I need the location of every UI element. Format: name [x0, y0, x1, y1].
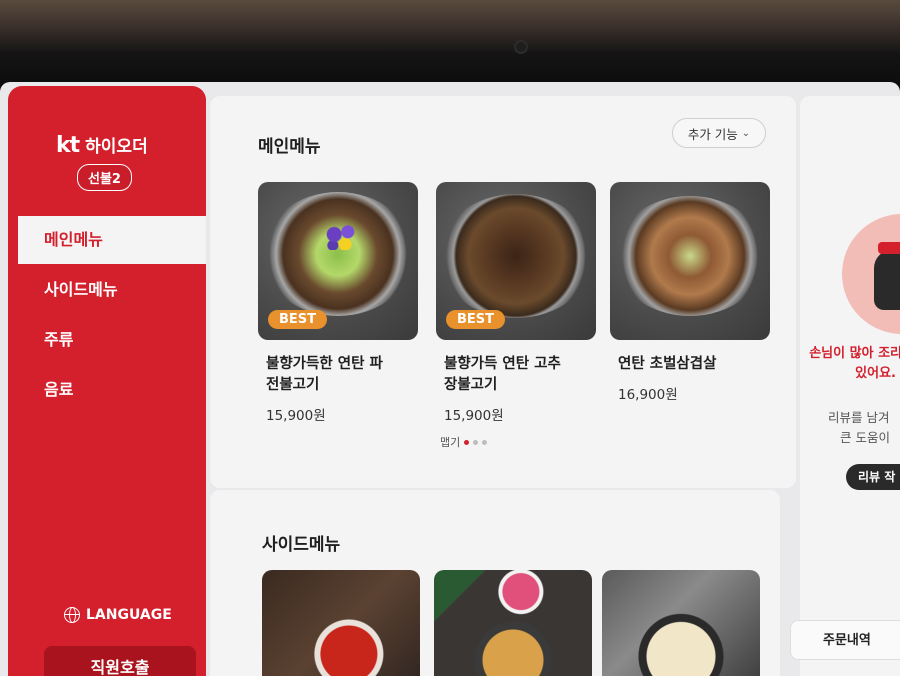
spicy-level: 맵기 — [436, 434, 596, 450]
review-notice-line: 리뷰를 남겨 — [828, 410, 890, 425]
review-notice-line: 큰 도움이 — [840, 430, 890, 445]
plate-shape — [438, 194, 594, 318]
menu-item-card[interactable]: BEST 불향가득한 연탄 파 전불고기 15,900원 — [258, 182, 418, 424]
spicy-dot-empty — [473, 439, 479, 445]
kiosk-screen: kt 하이오더 선불2 메인메뉴 사이드메뉴 주류 음료 LANGUAGE 직원… — [0, 82, 900, 676]
order-history-button[interactable]: 주문내역 — [790, 620, 900, 660]
language-button[interactable]: LANGUAGE — [64, 607, 172, 623]
review-notice: 리뷰를 남겨 큰 도움이 — [828, 408, 900, 448]
right-panel: 손님이 많아 조리 있어요. 리뷰를 남겨 큰 도움이 리뷰 작 주문내역 — [790, 96, 900, 676]
app-name: 하이오더 — [85, 137, 148, 157]
sidebar: kt 하이오더 선불2 메인메뉴 사이드메뉴 주류 음료 LANGUAGE 직원… — [8, 86, 206, 676]
side-item-card[interactable] — [434, 570, 592, 676]
dish-name: 연탄 초벌삼겹살 — [610, 354, 770, 375]
write-review-button[interactable]: 리뷰 작 — [846, 464, 900, 490]
side-item-card[interactable] — [262, 570, 420, 676]
dish-name-line: 전불고기 — [266, 377, 320, 393]
spicy-dot-empty — [482, 439, 488, 445]
dish-name-line: 연탄 초벌삼겹살 — [618, 356, 717, 372]
mascot-icon — [874, 242, 900, 310]
side-item-card[interactable] — [602, 570, 760, 676]
dish-image — [610, 182, 770, 340]
dish-price: 15,900원 — [266, 408, 326, 424]
dish-name-line: 불향가득 연탄 고추 — [444, 356, 561, 372]
dish-name-line: 장불고기 — [444, 377, 498, 393]
dish-name: 불향가득 연탄 고추 장불고기 — [436, 354, 596, 396]
dish-price: 16,900원 — [618, 387, 678, 403]
busy-notice-line: 있어요. — [855, 366, 896, 381]
sidebar-item-main-menu[interactable]: 메인메뉴 — [18, 216, 206, 264]
dish-price: 15,900원 — [444, 408, 504, 424]
spicy-label: 맵기 — [440, 436, 461, 449]
extra-features-label: 추가 기능 — [687, 126, 738, 142]
language-label: LANGUAGE — [86, 607, 172, 623]
sidebar-item-drinks[interactable]: 음료 — [18, 366, 206, 414]
plate-shape — [262, 192, 414, 316]
busy-notice: 손님이 많아 조리 있어요. — [802, 344, 900, 384]
dish-name: 불향가득한 연탄 파 전불고기 — [258, 354, 418, 396]
main-menu-section: 메인메뉴 추가 기능 ⌄ BEST 불향가득한 연탄 파 전불고기 15,900… — [210, 96, 796, 488]
camera-icon — [514, 40, 528, 54]
chevron-down-icon: ⌄ — [741, 127, 751, 139]
side-menu-section: 사이드메뉴 — [210, 490, 780, 676]
brand-logo: kt 하이오더 — [56, 132, 148, 158]
menu-item-card[interactable]: 연탄 초벌삼겹살 16,900원 — [610, 182, 770, 403]
spicy-dot-filled — [464, 439, 470, 445]
sidebar-item-liquor[interactable]: 주류 — [18, 316, 206, 364]
globe-icon — [64, 607, 80, 623]
busy-notice-line: 손님이 많아 조리 — [809, 346, 900, 361]
dish-image: BEST — [436, 182, 596, 340]
menu-item-card[interactable]: BEST 불향가득 연탄 고추 장불고기 15,900원 맵기 — [436, 182, 596, 450]
monitor-bezel — [0, 0, 900, 90]
table-badge: 선불2 — [77, 164, 132, 191]
dish-image: BEST — [258, 182, 418, 340]
best-badge: BEST — [268, 310, 328, 329]
kt-logo: kt — [56, 133, 80, 158]
section-title-main: 메인메뉴 — [258, 137, 321, 157]
call-staff-button[interactable]: 직원호출 — [44, 646, 196, 676]
best-badge: BEST — [446, 310, 506, 329]
dish-name-line: 불향가득한 연탄 파 — [266, 356, 383, 372]
section-title-side: 사이드메뉴 — [262, 535, 341, 555]
plate-shape — [614, 196, 766, 316]
sidebar-item-side-menu[interactable]: 사이드메뉴 — [18, 266, 206, 314]
extra-features-button[interactable]: 추가 기능 ⌄ — [672, 118, 766, 148]
flower-garnish — [324, 224, 358, 250]
